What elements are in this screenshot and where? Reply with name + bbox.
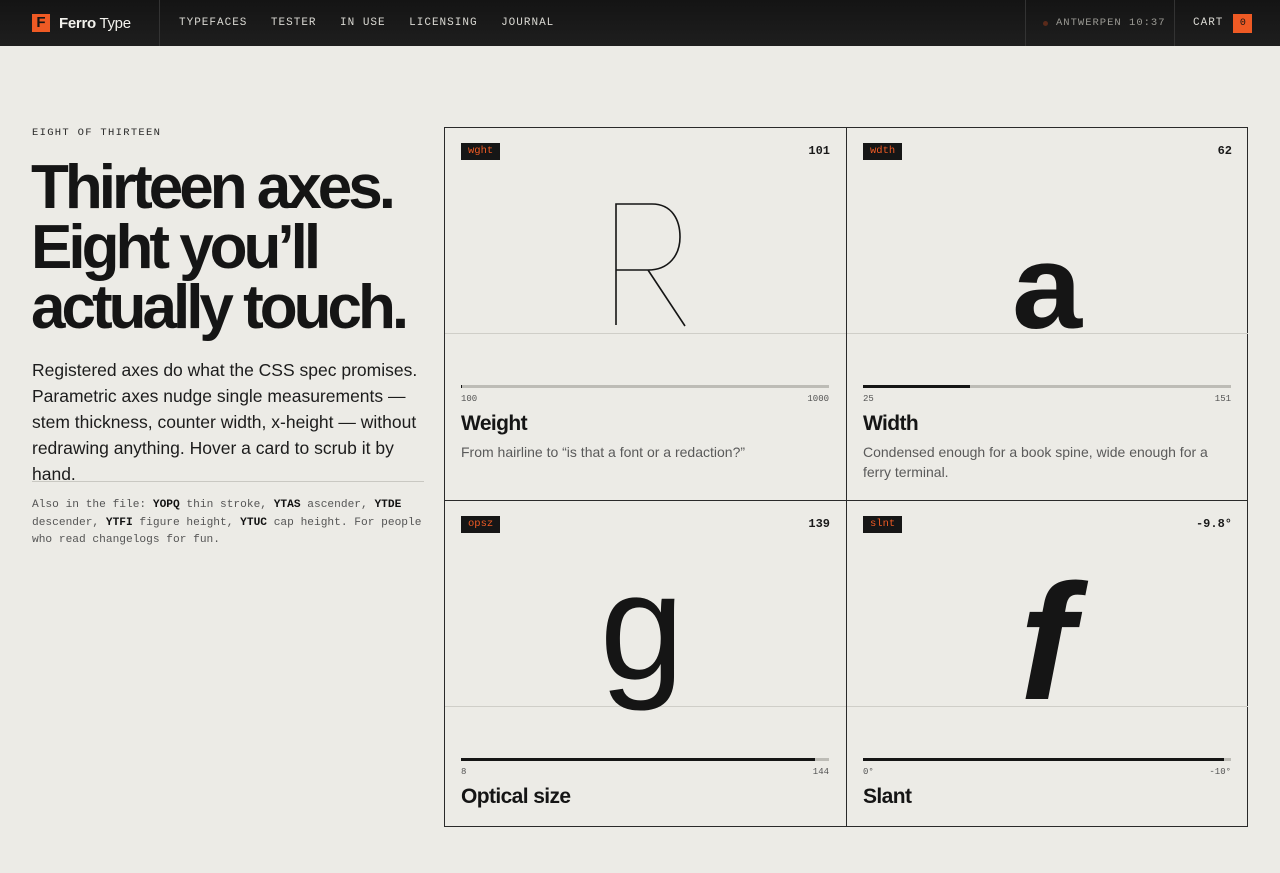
svg-text:g: g	[600, 542, 685, 711]
axis-code: YTUC	[240, 517, 267, 529]
nav-licensing[interactable]: LICENSING	[409, 17, 477, 29]
axis-max: 144	[813, 767, 829, 777]
axis-slider-fill	[461, 758, 815, 761]
axis-max: 1000	[807, 394, 829, 404]
glyph-specimen-g: g	[445, 501, 846, 711]
axis-code: YTAS	[274, 499, 301, 511]
section-eyebrow: EIGHT OF THIRTEEN	[32, 127, 161, 139]
axis-slider[interactable]	[461, 385, 829, 388]
glyph-specimen-R	[445, 128, 846, 338]
main-nav: TYPEFACES TESTER IN USE LICENSING JOURNA…	[179, 0, 578, 46]
axis-slider[interactable]	[461, 758, 829, 761]
clock-time: 10:37	[1129, 17, 1166, 29]
nav-typefaces[interactable]: TYPEFACES	[179, 17, 247, 29]
axis-card-grid: wght 101 100 1000 Weight From hairline t…	[444, 127, 1248, 827]
axis-slider[interactable]	[863, 385, 1231, 388]
axis-code: YTDE	[374, 499, 401, 511]
divider	[32, 481, 424, 482]
axis-slider-fill	[863, 758, 1224, 761]
cart-button[interactable]: CART 0	[1193, 0, 1252, 46]
axis-max: 151	[1215, 394, 1231, 404]
location-clock: ANTWERPEN 10:37	[1043, 0, 1166, 46]
top-bar: F Ferro Type TYPEFACES TESTER IN USE LIC…	[0, 0, 1280, 46]
headline-line: Eight you’ll	[31, 218, 451, 278]
svg-text:f: f	[1020, 550, 1089, 711]
nav-tester[interactable]: TESTER	[271, 17, 317, 29]
divider	[1174, 0, 1175, 46]
axis-card-weight[interactable]: wght 101 100 1000 Weight From hairline t…	[445, 128, 846, 500]
clock-city: ANTWERPEN	[1056, 17, 1122, 29]
axis-slider-fill	[863, 385, 970, 388]
glyph-specimen-a: a	[847, 128, 1248, 338]
axis-card-width[interactable]: wdth 62 a 25 151 Width Condensed enough …	[847, 128, 1248, 500]
cart-count-badge: 0	[1233, 14, 1252, 33]
axis-max: -10°	[1209, 767, 1231, 777]
axis-description: From hairline to “is that a font or a re…	[461, 443, 821, 463]
axis-name: Optical size	[461, 785, 571, 809]
nav-journal[interactable]: JOURNAL	[501, 17, 554, 29]
axis-min: 100	[461, 394, 477, 404]
page-title: Thirteen axes. Eight you’ll actually tou…	[31, 158, 451, 338]
axis-min: 8	[461, 767, 466, 777]
axis-code: YOPQ	[153, 499, 180, 511]
glyph-specimen-f: f	[847, 501, 1248, 711]
axis-name: Width	[863, 412, 918, 436]
axis-slider[interactable]	[863, 758, 1231, 761]
extra-axes-note: Also in the file: YOPQ thin stroke, YTAS…	[32, 497, 422, 550]
headline-line: actually touch.	[31, 278, 451, 338]
brand-logo[interactable]: F Ferro Type	[32, 13, 131, 33]
axis-code: YTFI	[106, 517, 133, 529]
cart-label: CART	[1193, 17, 1223, 29]
brand-name: Ferro Type	[59, 15, 131, 32]
axis-card-optical-size[interactable]: opsz 139 g 8 144 Optical size	[445, 501, 846, 873]
axis-name: Slant	[863, 785, 911, 809]
axis-name: Weight	[461, 412, 527, 436]
nav-in-use[interactable]: IN USE	[340, 17, 386, 29]
divider	[159, 0, 160, 46]
brand-mark-icon: F	[32, 14, 50, 32]
axis-card-slant[interactable]: slnt -9.8° f 0° -10° Slant	[847, 501, 1248, 873]
intro-paragraph: Registered axes do what the CSS spec pro…	[32, 357, 427, 487]
svg-text:a: a	[1012, 221, 1084, 338]
status-dot-icon	[1043, 21, 1048, 26]
headline-line: Thirteen axes.	[31, 158, 451, 218]
axis-min: 0°	[863, 767, 874, 777]
axis-description: Condensed enough for a book spine, wide …	[863, 443, 1223, 482]
divider	[1025, 0, 1026, 46]
axis-min: 25	[863, 394, 874, 404]
